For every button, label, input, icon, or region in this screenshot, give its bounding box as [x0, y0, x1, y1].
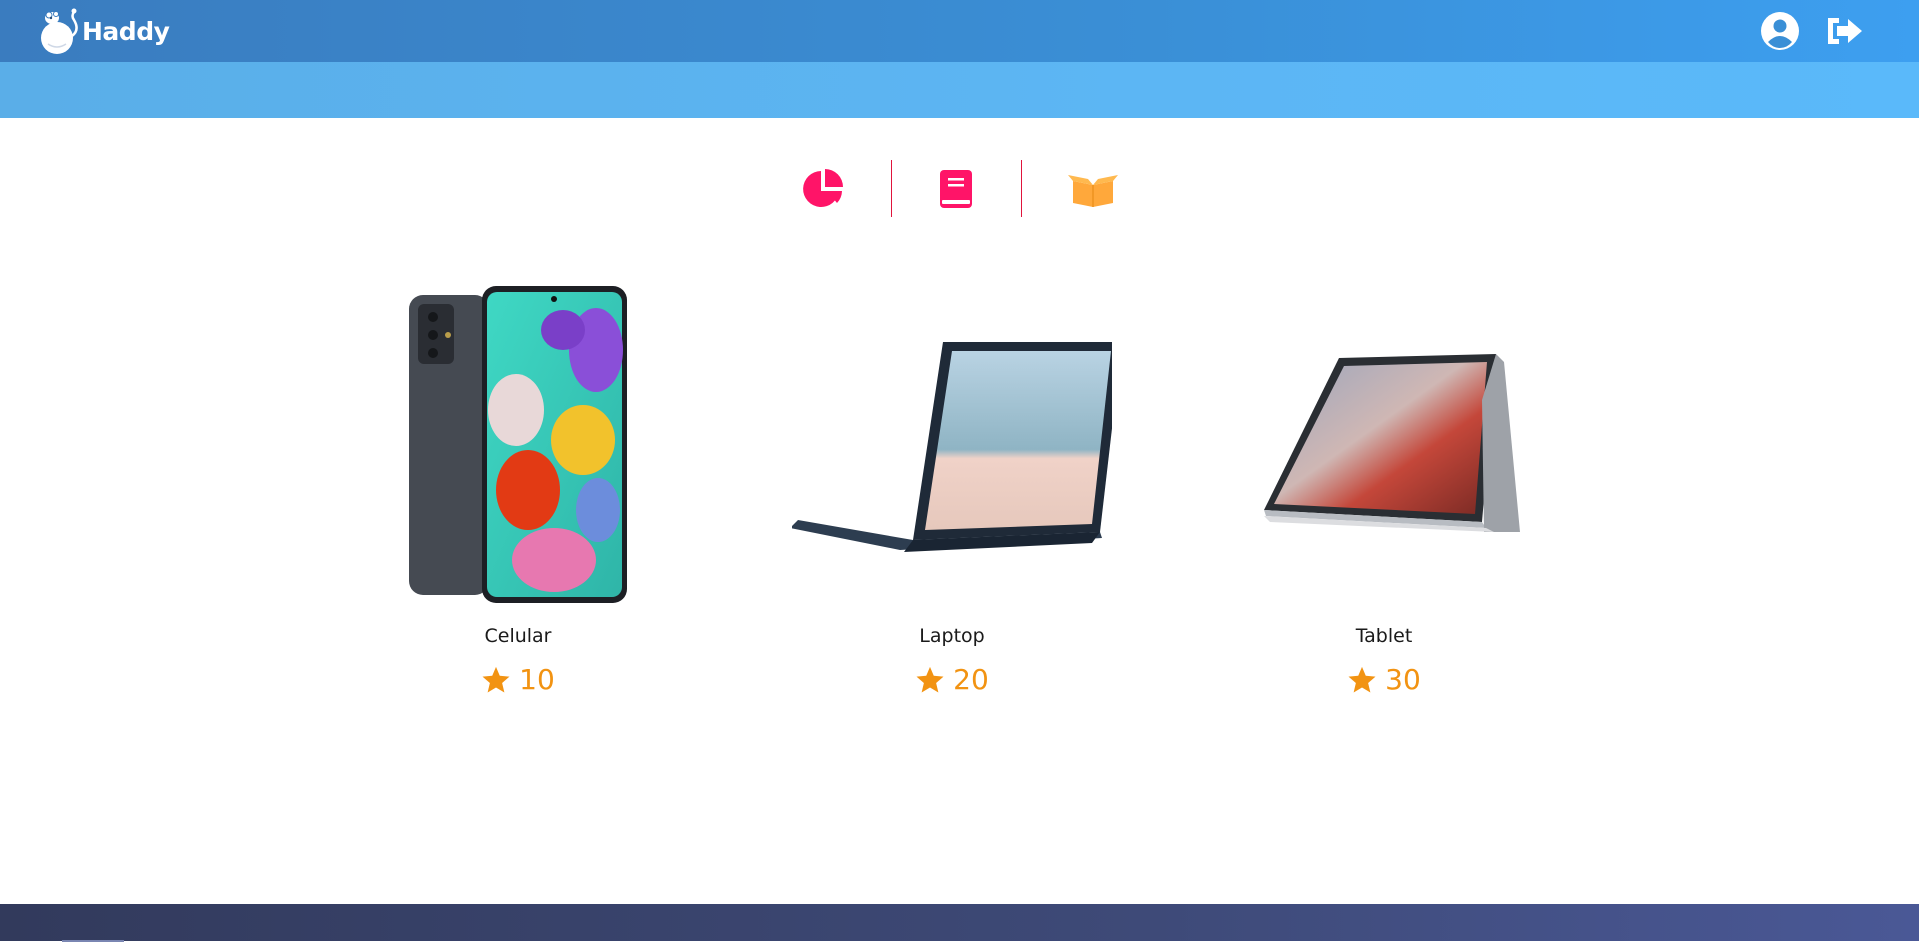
- tab-statistics[interactable]: [793, 160, 853, 218]
- logo-text: Haddy: [82, 16, 170, 46]
- tablet-image: [1264, 354, 1520, 532]
- product-points: 20: [792, 663, 1112, 696]
- product-points: 10: [358, 663, 678, 696]
- product-name: Laptop: [919, 625, 985, 647]
- tab-divider: [1021, 160, 1022, 217]
- laptop-image: [792, 342, 1112, 552]
- star-icon: [1348, 666, 1376, 692]
- sub-header-bar: [0, 62, 1919, 118]
- points-value: 30: [1385, 663, 1421, 696]
- sign-out-icon[interactable]: [1824, 11, 1864, 51]
- tab-catalog[interactable]: [926, 160, 986, 218]
- pie-chart-icon: [803, 169, 843, 207]
- points-value: 20: [953, 663, 989, 696]
- open-box-icon: [1068, 175, 1118, 207]
- tab-divider: [891, 160, 892, 217]
- star-icon: [482, 666, 510, 692]
- logo-mascot-icon: [41, 8, 78, 54]
- tab-products[interactable]: [1063, 160, 1123, 218]
- points-value: 10: [519, 663, 555, 696]
- app-logo[interactable]: Haddy: [38, 4, 170, 58]
- star-icon: [916, 666, 944, 692]
- category-tabs: [0, 160, 1919, 218]
- user-circle-icon[interactable]: [1760, 11, 1800, 51]
- product-name: Tablet: [1355, 625, 1413, 647]
- top-header: Haddy: [0, 0, 1919, 62]
- footer-bar: [0, 904, 1919, 942]
- book-icon: [940, 170, 972, 208]
- smartphone-image: [409, 286, 627, 603]
- product-points: 30: [1224, 663, 1544, 696]
- product-name: Celular: [484, 625, 552, 647]
